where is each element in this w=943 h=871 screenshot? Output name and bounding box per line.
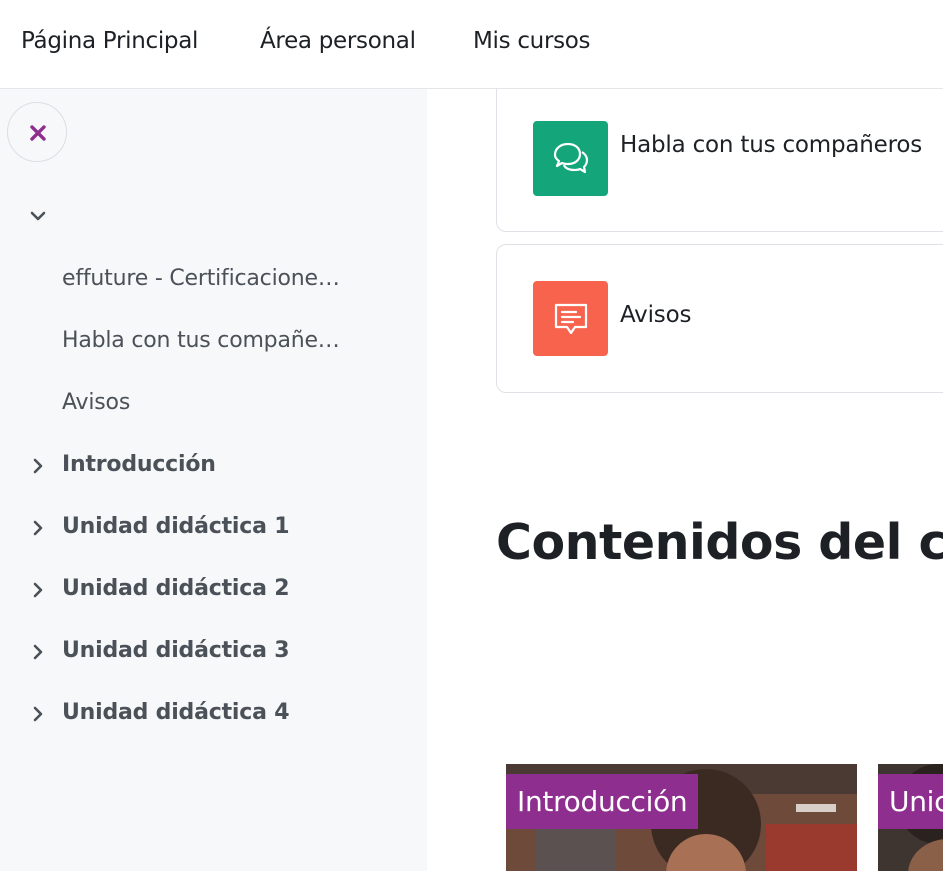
nav-dashboard-link[interactable]: Área personal xyxy=(260,28,416,54)
section-unidad-3[interactable]: Unidad didáctica 3 xyxy=(62,638,290,663)
activity-card-forum[interactable]: Habla con tus compañeros xyxy=(496,89,943,232)
activity-card-avisos[interactable]: Avisos xyxy=(496,244,943,393)
top-navigation: Página Principal Área personal Mis curso… xyxy=(0,0,943,89)
close-icon xyxy=(30,125,46,141)
index-item-avisos[interactable]: Avisos xyxy=(62,390,130,415)
chevron-right-icon[interactable] xyxy=(30,706,46,722)
chevron-right-icon[interactable] xyxy=(30,520,46,536)
course-index-drawer: effuture - Certificacione… Habla con tus… xyxy=(0,89,427,871)
section-tag: Unic xyxy=(878,774,943,829)
activity-avisos-label: Avisos xyxy=(620,302,692,328)
section-tile-introduccion[interactable]: Introducción xyxy=(506,764,857,871)
section-unidad-4[interactable]: Unidad didáctica 4 xyxy=(62,700,290,725)
index-item-forum[interactable]: Habla con tus compañe… xyxy=(62,328,340,353)
nav-my-courses-link[interactable]: Mis cursos xyxy=(473,28,591,54)
nav-home-link[interactable]: Página Principal xyxy=(21,28,198,54)
activity-forum-label: Habla con tus compañeros xyxy=(620,132,923,158)
section-tile-unidad[interactable]: Unic xyxy=(878,764,943,871)
contents-heading: Contenidos del cu xyxy=(496,514,943,571)
chevron-right-icon[interactable] xyxy=(30,644,46,660)
close-drawer-button[interactable] xyxy=(7,102,67,162)
section-unidad-1[interactable]: Unidad didáctica 1 xyxy=(62,514,290,539)
forum-icon xyxy=(553,142,589,174)
chevron-right-icon[interactable] xyxy=(30,458,46,474)
section-unidad-2[interactable]: Unidad didáctica 2 xyxy=(62,576,290,601)
chevron-down-icon[interactable] xyxy=(30,208,46,224)
chevron-right-icon[interactable] xyxy=(30,582,46,598)
forum-icon-box xyxy=(533,121,608,196)
index-item-certificaciones[interactable]: effuture - Certificacione… xyxy=(62,266,340,291)
announcement-icon-box xyxy=(533,281,608,356)
section-tag: Introducción xyxy=(506,774,699,829)
announcement-icon xyxy=(554,303,588,335)
section-introduccion[interactable]: Introducción xyxy=(62,452,216,477)
main-content: Habla con tus compañeros Avisos Contenid… xyxy=(427,89,943,871)
